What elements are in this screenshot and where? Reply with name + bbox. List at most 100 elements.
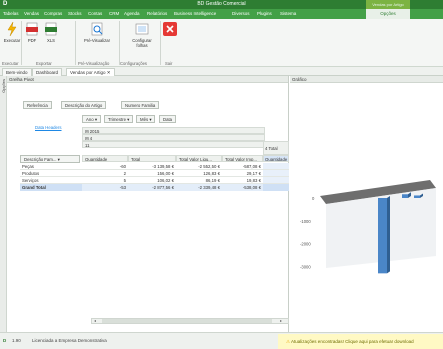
tab-opcoes[interactable]: Opções xyxy=(366,9,410,19)
configure-sheets-button[interactable]: Configurar folhas xyxy=(122,22,162,52)
menu-compras[interactable]: Compras xyxy=(44,9,62,19)
group-separator xyxy=(21,21,22,65)
menu-bar: Tabelas Vendas Compras Stocks Contas CRM… xyxy=(0,9,443,19)
close-icon xyxy=(163,22,177,36)
measure-header-quantidade: Quantidade xyxy=(82,155,128,162)
xls-label: XLS xyxy=(47,38,55,43)
cell-valor-imposto: -587,08 € xyxy=(222,163,263,170)
chart-3d: 0 -1000 -2000 -3000 xyxy=(300,180,436,274)
quarter-header[interactable]: ⊟ 4 xyxy=(82,134,265,141)
grand-total-valor-liquido: -2 339,48 € xyxy=(176,184,222,191)
group-label-executar: Executar xyxy=(2,61,19,66)
menu-diversos[interactable]: Diversos xyxy=(232,9,250,19)
update-alert-link[interactable]: ⚠ Atualizações encontradas! Clique aqui … xyxy=(278,334,443,349)
tab-bem-vindo[interactable]: Bem-vindo xyxy=(2,68,32,76)
column-field-data[interactable]: Data xyxy=(159,115,177,123)
cell-quantidade: 2 xyxy=(82,170,128,177)
column-field-mes[interactable]: Mês ▾ xyxy=(136,115,156,123)
scroll-thumb[interactable] xyxy=(102,319,272,323)
menu-relatorios[interactable]: Relatórios xyxy=(147,9,167,19)
menu-agenda[interactable]: Agenda xyxy=(124,9,140,19)
menu-vendas[interactable]: Vendas xyxy=(24,9,39,19)
row-field-label: Descrição Fam... xyxy=(24,157,57,162)
column-field-ano[interactable]: Ano ▾ xyxy=(82,115,102,123)
preview-label: Pré-Visualizar xyxy=(84,38,110,43)
xls-icon xyxy=(45,22,57,36)
update-alert-text: Atualizações encontradas! Clique aqui pa… xyxy=(291,339,414,344)
preview-button[interactable]: Pré-Visualizar xyxy=(77,22,117,52)
status-license: Licenciada a Empresa Demonstrativa xyxy=(32,338,107,343)
menu-sistema[interactable]: Sistema xyxy=(280,9,296,19)
cell-total-quantidade xyxy=(263,163,289,170)
pivot-panel-header: Grelha Pivot xyxy=(7,76,288,83)
cell-valor-imposto: 19,83 € xyxy=(222,177,263,184)
row-label: Peças xyxy=(20,163,82,170)
lightning-icon xyxy=(7,22,17,36)
chart-tick-label: -2000 xyxy=(300,242,311,247)
options-strip-label: Opções xyxy=(1,79,6,93)
cell-quantidade: -60 xyxy=(82,163,128,170)
pdf-label: PDF xyxy=(27,38,37,43)
measure-header-total-imposto: Total Valor Imp... xyxy=(222,155,263,162)
horizontal-scrollbar[interactable]: ◂ ▸ xyxy=(91,318,289,324)
grand-total-valor-imposto: -538,08 € xyxy=(222,184,263,191)
chart-panel: Gráfico 0 -1000 -2000 -3000 xyxy=(290,76,443,332)
scroll-left-icon[interactable]: ◂ xyxy=(94,319,100,323)
grand-total-quantidade: -53 xyxy=(82,184,128,191)
chart-tick-label: 0 xyxy=(312,196,315,201)
filter-field-numero-familia[interactable]: Numero Familia xyxy=(121,101,160,109)
group-separator xyxy=(119,21,120,65)
menu-crm[interactable]: CRM xyxy=(109,9,119,19)
grand-total-total: -2 877,56 € xyxy=(128,184,176,191)
menu-plugins[interactable]: Plugins xyxy=(257,9,272,19)
tab-dashboard[interactable]: Dashboard xyxy=(32,68,63,76)
data-headers-link[interactable]: Data Headers xyxy=(35,124,62,131)
title-bar: D BD Gestão Comercial Vendas por Artigo xyxy=(0,0,443,9)
context-tab-label: Vendas por Artigo xyxy=(366,0,410,9)
document-tabs: Bem-vindo Dashboard Vendas por Artigo ✕ xyxy=(0,67,443,76)
cell-quantidade: 5 xyxy=(82,177,128,184)
tab-vendas-por-artigo[interactable]: Vendas por Artigo ✕ xyxy=(66,68,115,76)
chart-tick-label: -3000 xyxy=(300,264,311,269)
pdf-icon xyxy=(26,22,38,36)
chart-panel-header: Gráfico xyxy=(290,76,443,83)
cell-total: 156,00 € xyxy=(128,170,176,177)
column-field-ano-label: Ano xyxy=(86,117,94,122)
chart-tick-label: -1000 xyxy=(300,219,311,224)
menu-contas[interactable]: Contas xyxy=(88,9,102,19)
row-field-descricao-familia[interactable]: Descrição Fam... ▾ xyxy=(20,155,80,163)
scroll-right-icon[interactable]: ▸ xyxy=(280,319,286,323)
month-header: 11 xyxy=(82,141,265,148)
filter-field-referencia[interactable]: Referência xyxy=(23,101,52,109)
group-separator xyxy=(160,21,161,65)
configure-sheets-label: Configurar folhas xyxy=(132,38,152,48)
measure-header-total: Total xyxy=(128,155,176,162)
cell-valor-liquido: 86,19 € xyxy=(176,177,222,184)
column-field-trimestre-label: Trimestre xyxy=(108,117,126,122)
cell-valor-imposto: 29,17 € xyxy=(222,170,263,177)
xls-button[interactable]: XLS xyxy=(42,22,60,52)
cell-total: -3 139,58 € xyxy=(128,163,176,170)
column-field-trimestre[interactable]: Trimestre ▾ xyxy=(104,115,134,123)
exit-button[interactable] xyxy=(160,22,180,52)
execute-button[interactable]: Executar xyxy=(2,22,22,52)
grand-total-total-quantidade xyxy=(263,184,289,191)
options-side-strip[interactable]: Opções xyxy=(0,76,7,332)
row-label: Produtos xyxy=(20,170,82,177)
group-label-configuracoes: Configurações xyxy=(120,61,148,66)
group-separator xyxy=(75,21,76,65)
row-label: Serviços xyxy=(20,177,82,184)
group-label-sair: Sair xyxy=(165,61,173,66)
group-label-pre-visualizacao: Pré-Visualização xyxy=(78,61,110,66)
menu-stocks[interactable]: Stocks xyxy=(68,9,82,19)
measure-header-total-quantidade: Quantidade xyxy=(263,155,289,162)
cell-valor-liquido: 126,83 € xyxy=(176,170,222,177)
filter-field-descricao[interactable]: Descrição do Artigo xyxy=(61,101,107,109)
year-header[interactable]: ⊟ 2015 xyxy=(82,127,265,134)
measure-header-total-liquido: Total Valor Liqu... xyxy=(176,155,222,162)
menu-tabelas[interactable]: Tabelas xyxy=(3,9,19,19)
preview-icon xyxy=(91,22,103,36)
pdf-button[interactable]: PDF xyxy=(23,22,41,52)
menu-business-intelligence[interactable]: Business Intelligence xyxy=(174,9,216,19)
cell-total-quantidade xyxy=(263,177,289,184)
